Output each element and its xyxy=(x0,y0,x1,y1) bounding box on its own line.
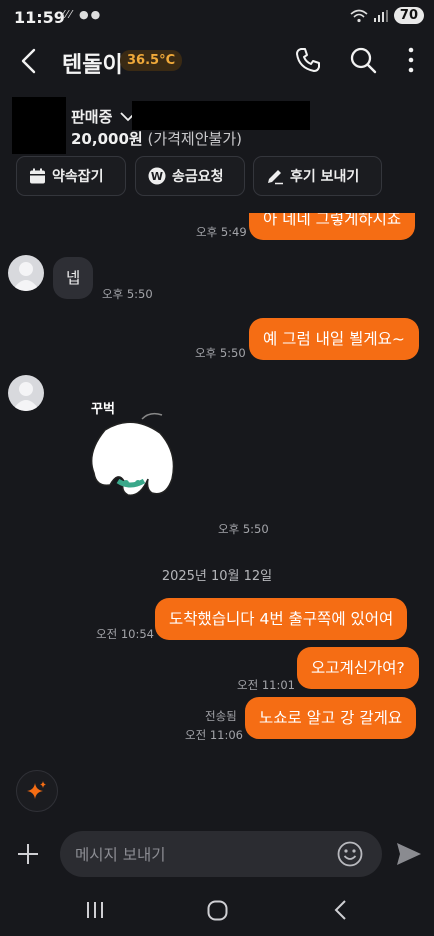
search-icon[interactable] xyxy=(349,46,377,74)
message-time: 오전 11:06 xyxy=(185,728,243,742)
incoming-message[interactable]: 넵 xyxy=(53,257,94,299)
manner-temperature-badge[interactable]: 36.5°C xyxy=(120,50,183,71)
price-note: (가격제안불가) xyxy=(147,130,242,148)
request-payment-label: 송금요청 xyxy=(172,169,224,185)
message-time: 오후 5:50 xyxy=(102,287,153,301)
outgoing-message[interactable]: 오고계신가여? xyxy=(297,647,419,689)
product-thumbnail[interactable] xyxy=(12,97,66,154)
battery-level: 70 xyxy=(393,7,424,24)
product-price-line: 20,000원 (가격제안불가) xyxy=(71,128,242,149)
default-profile-icon xyxy=(12,382,40,411)
back-nav-icon[interactable] xyxy=(333,900,347,920)
signal-icon xyxy=(373,9,388,22)
sale-status-dropdown[interactable]: 판매중 xyxy=(71,106,136,127)
outgoing-message[interactable]: 노쇼로 알고 강 갈게요 xyxy=(245,697,417,739)
svg-text:W: W xyxy=(151,170,163,183)
plus-icon[interactable] xyxy=(17,843,39,865)
default-profile-icon xyxy=(12,262,40,291)
more-vertical-icon[interactable] xyxy=(397,46,425,74)
outgoing-message[interactable]: 예 그럼 내일 뵐게요~ xyxy=(249,318,419,360)
message-input[interactable] xyxy=(73,831,337,879)
bowing-sticker[interactable]: 꾸벅 xyxy=(60,393,190,513)
won-icon: W xyxy=(148,167,166,185)
emoji-icon[interactable] xyxy=(337,841,363,867)
schedule-appointment-button[interactable]: 약속잡기 xyxy=(16,156,126,196)
send-icon[interactable] xyxy=(396,842,422,866)
outgoing-message[interactable]: 도착했습니다 4번 출구쪽에 있어여 xyxy=(155,598,408,640)
phone-icon[interactable] xyxy=(294,46,322,74)
avatar[interactable] xyxy=(8,375,44,411)
message-time: 오후 5:50 xyxy=(195,346,246,360)
send-review-label: 후기 보내기 xyxy=(290,169,360,185)
home-icon[interactable] xyxy=(207,900,228,921)
sparkle-icon xyxy=(27,781,46,799)
status-time: 11:59 xyxy=(14,8,65,27)
message-input-bar xyxy=(60,831,382,879)
redacted-product-title xyxy=(132,101,310,130)
date-separator: 2025년 10월 12일 xyxy=(161,569,273,584)
message-time: 오후 5:49 xyxy=(196,225,247,239)
wifi-icon xyxy=(350,9,368,22)
calendar-icon xyxy=(30,168,45,183)
recent-apps-icon[interactable] xyxy=(86,901,104,919)
message-time: 오전 11:01 xyxy=(237,678,295,692)
product-price: 20,000원 xyxy=(71,130,143,148)
ai-assist-button[interactable] xyxy=(16,770,58,812)
chevron-left-icon[interactable] xyxy=(18,48,42,74)
avatar[interactable] xyxy=(8,255,44,291)
delivery-status: 전송됨 xyxy=(205,709,237,723)
message-time: 오전 10:54 xyxy=(96,627,154,641)
message-time: 오후 5:50 xyxy=(218,522,269,536)
send-review-button[interactable]: 후기 보내기 xyxy=(253,156,382,196)
schedule-label: 약속잡기 xyxy=(52,169,104,185)
notification-icons: ⁄⁄⁄ ●● xyxy=(62,8,103,21)
pencil-icon xyxy=(268,170,283,185)
status-right: 70 xyxy=(350,7,424,24)
sale-status-label: 판매중 xyxy=(71,108,113,126)
chat-title: 텐돌이 xyxy=(62,53,123,78)
sticker-image xyxy=(90,412,175,496)
outgoing-message[interactable]: 아 네네 그렇게하시죠 xyxy=(249,213,416,240)
request-payment-button[interactable]: W 송금요청 xyxy=(135,156,245,196)
